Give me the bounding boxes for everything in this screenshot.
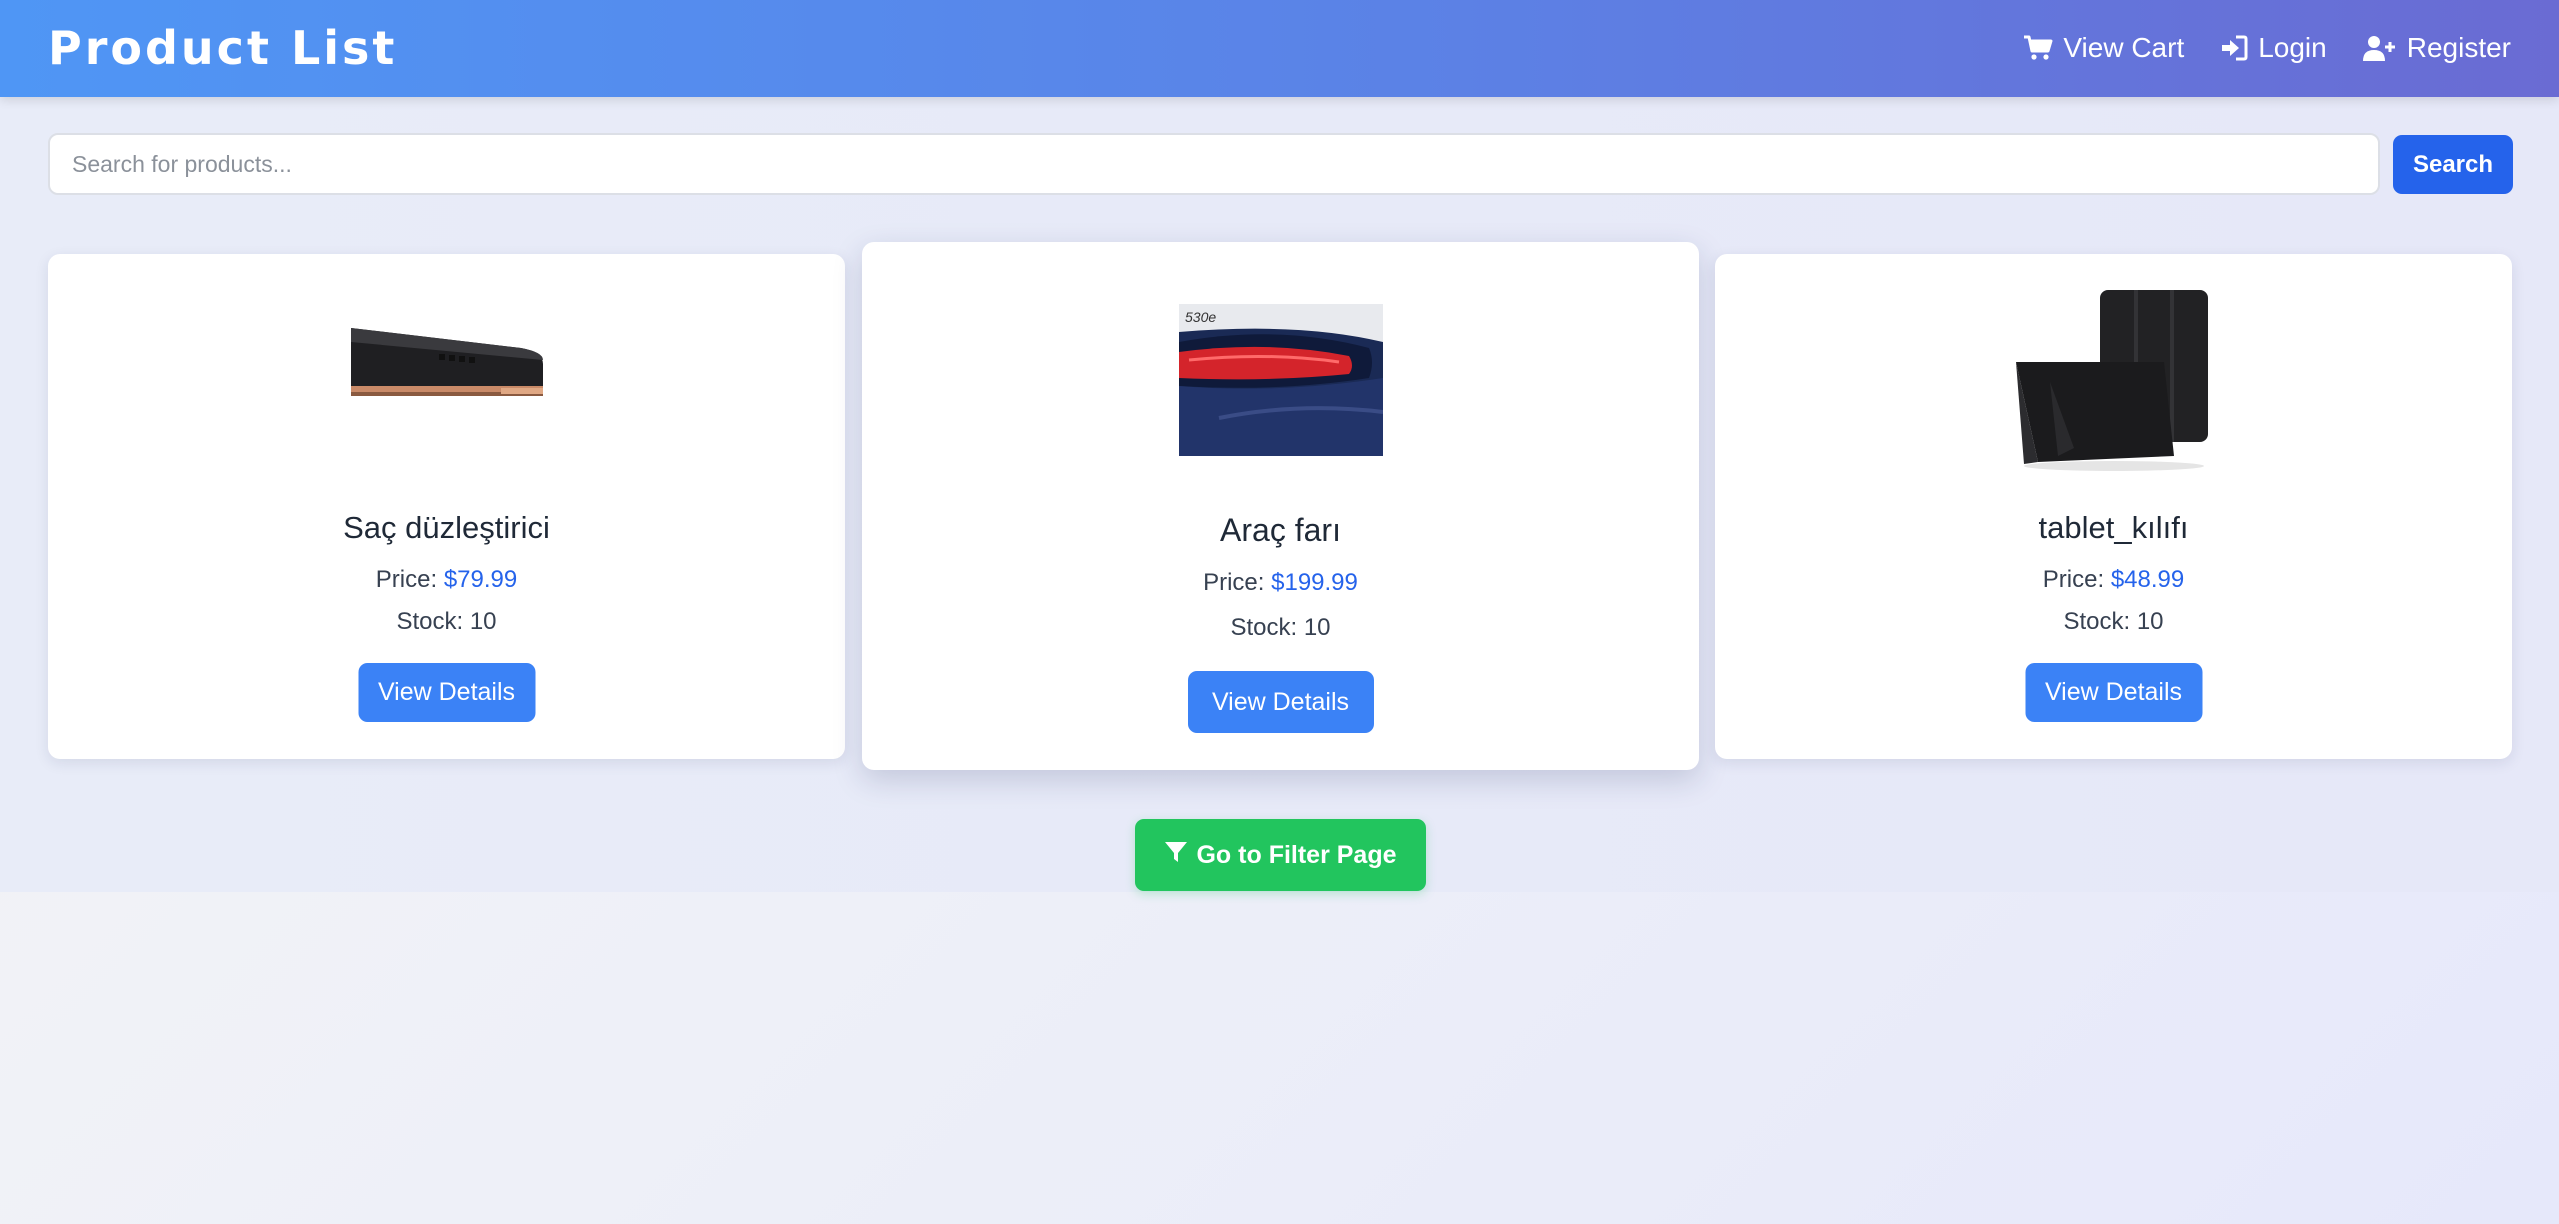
price-value: $48.99 [2110,566,2185,593]
view-cart-label: View Cart [2063,32,2185,63]
top-navbar: Product List View Cart Login Register [0,0,2559,97]
user-plus-icon [2362,34,2397,62]
cart-icon [2023,35,2053,61]
product-price: Price: $199.99 [862,569,1699,597]
view-details-button[interactable]: View Details [2025,663,2202,722]
go-to-filter-button[interactable]: Go to Filter Page [1135,819,1426,891]
product-name: Araç farı [1220,512,1341,548]
sign-in-icon [2220,35,2248,61]
price-label: Price: [1203,569,1265,596]
product-stock: Stock: 10 [396,608,497,635]
view-details-button[interactable]: View Details [358,663,535,722]
page-title: Product List [48,21,398,75]
product-image-hair-straightener [350,320,543,414]
price-label: Price: [2042,566,2105,593]
view-details-button[interactable]: View Details [1187,671,1374,733]
view-cart-link[interactable]: View Cart [2023,26,2184,70]
price-value: $199.99 [1271,569,1358,596]
product-name: tablet_kılıfı [2038,510,2189,545]
price-value: $79.99 [443,566,518,593]
product-price: Price: $48.99 [1715,566,2512,594]
search-button[interactable]: Search [2393,135,2513,194]
register-link[interactable]: Register [2362,26,2511,70]
product-stock: Stock: 10 [1230,614,1331,641]
filter-icon [1164,840,1188,871]
product-image-car-light: 530e [1178,282,1383,472]
svg-text:530e: 530e [1185,309,1216,325]
product-image-tablet-case [2014,286,2214,472]
nav-links: View Cart Login Register [2023,26,2511,70]
filter-button-label: Go to Filter Page [1196,840,1397,869]
product-card: tablet_kılıfı Price: $48.99 Stock: 10 Vi… [1715,254,2512,759]
login-link[interactable]: Login [2220,26,2327,70]
product-price: Price: $79.99 [48,566,845,594]
price-label: Price: [375,566,438,593]
product-card: Saç düzleştirici Price: $79.99 Stock: 10… [48,254,845,759]
product-name: Saç düzleştirici [343,510,550,545]
login-label: Login [2258,32,2327,63]
product-card: 530e Araç farı Price: $199.99 Stock: 10 … [862,242,1699,770]
search-input[interactable] [48,133,2380,195]
register-label: Register [2406,32,2511,63]
product-stock: Stock: 10 [2063,608,2164,635]
